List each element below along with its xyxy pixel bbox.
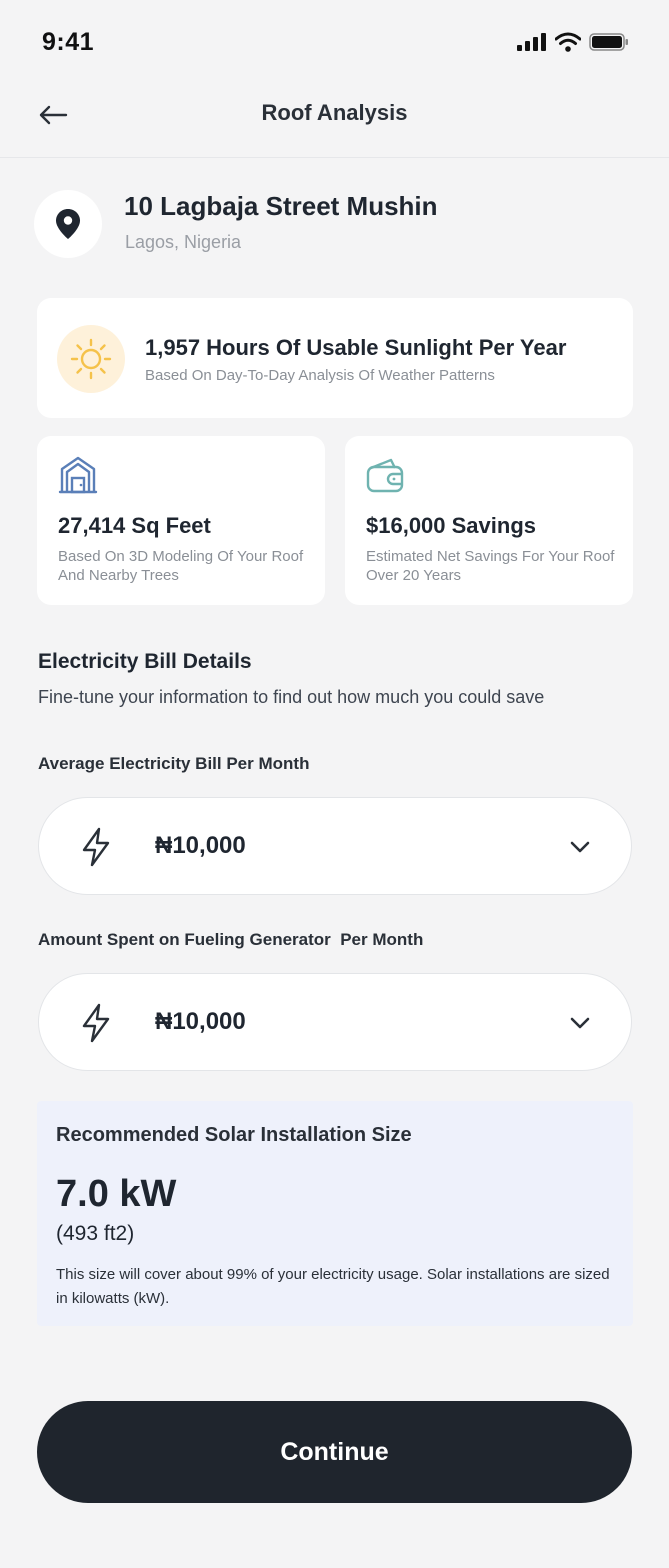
location-street: 10 Lagbaja Street Mushin — [124, 191, 438, 221]
status-time: 9:41 — [42, 28, 95, 56]
lightning-icon — [82, 827, 110, 867]
roof-area-card: 27,414 Sq Feet Based On 3D Modeling Of Y… — [37, 436, 325, 605]
status-icons — [517, 32, 629, 52]
savings-value: $16,000 Savings — [366, 513, 537, 538]
generator-fuel-select[interactable]: ₦10,000 — [38, 973, 632, 1071]
recommendation-panel: Recommended Solar Installation Size 7.0 … — [37, 1101, 633, 1326]
roof-area-description: Based On 3D Modeling Of Your Roof And Ne… — [58, 548, 304, 584]
savings-card: $16,000 Savings Estimated Net Savings Fo… — [345, 436, 633, 605]
house-icon — [58, 456, 98, 494]
sun-badge — [57, 325, 125, 393]
wallet-icon — [366, 458, 404, 493]
status-bar: 9:41 — [0, 0, 669, 88]
sunlight-hours: 1,957 Hours Of Usable Sunlight Per Year — [145, 335, 567, 360]
wifi-icon — [555, 32, 581, 52]
recommended-area: (493 ft2) — [56, 1222, 135, 1245]
location-pin-icon — [56, 209, 80, 239]
chevron-down-icon — [570, 1017, 590, 1029]
continue-button[interactable]: Continue — [37, 1401, 632, 1503]
recommendation-note: This size will cover about 99% of your e… — [56, 1266, 610, 1307]
location-city: Lagos, Nigeria — [125, 232, 242, 252]
bill-details-title: Electricity Bill Details — [38, 650, 252, 673]
sunlight-subtitle: Based On Day-To-Day Analysis Of Weather … — [145, 367, 495, 384]
sun-icon — [70, 338, 112, 380]
page-title: Roof Analysis — [261, 100, 408, 125]
battery-icon — [589, 33, 628, 51]
electricity-bill-label: Average Electricity Bill Per Month — [38, 754, 310, 773]
header: Roof Analysis — [0, 80, 669, 158]
chevron-down-icon — [570, 841, 590, 853]
location-pin-badge — [34, 190, 102, 258]
recommendation-title: Recommended Solar Installation Size — [56, 1124, 412, 1146]
roof-analysis-screen: 9:41 Roof Analysis 10 Lagbaja Street Mus… — [0, 0, 669, 1568]
generator-fuel-value: ₦10,000 — [155, 1008, 246, 1035]
electricity-bill-select[interactable]: ₦10,000 — [38, 797, 632, 895]
lightning-icon — [82, 1003, 110, 1043]
roof-area-value: 27,414 Sq Feet — [58, 513, 211, 538]
electricity-bill-value: ₦10,000 — [155, 832, 246, 859]
savings-description: Estimated Net Savings For Your Roof Over… — [366, 548, 615, 584]
generator-fuel-label: Amount Spent on Fueling Generator Per Mo… — [38, 930, 424, 949]
location-summary: 10 Lagbaja Street Mushin Lagos, Nigeria — [34, 190, 634, 260]
sunlight-card: 1,957 Hours Of Usable Sunlight Per Year … — [37, 298, 633, 418]
cellular-signal-icon — [517, 33, 546, 51]
recommended-size-kw: 7.0 kW — [56, 1173, 177, 1215]
bill-details-subtitle: Fine-tune your information to find out h… — [38, 687, 545, 707]
